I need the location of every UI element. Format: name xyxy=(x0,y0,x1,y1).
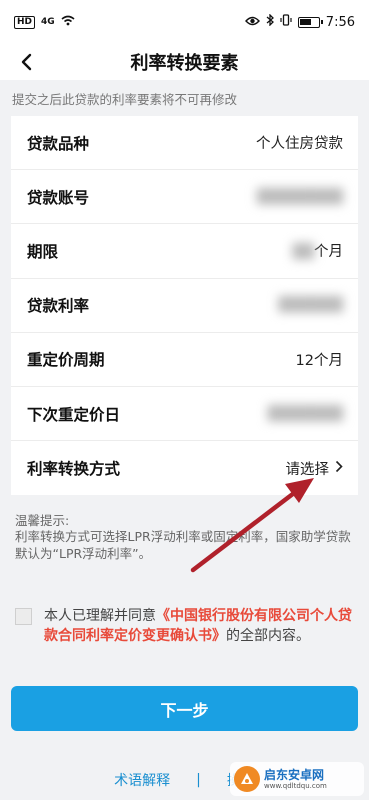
row-label: 贷款账号 xyxy=(27,188,90,207)
redacted-number: ██ xyxy=(292,244,314,261)
hd-badge: HD xyxy=(14,15,36,29)
row-term: 期限 ██个月 xyxy=(11,224,358,279)
vibrate-icon xyxy=(280,14,292,30)
status-left: HD 4G xyxy=(14,15,75,30)
term-unit: 个月 xyxy=(314,244,343,261)
row-next-repricing-date: 下次重定价日 ███████ xyxy=(11,387,358,442)
row-label: 贷款利率 xyxy=(27,297,90,316)
status-right: 7:56 xyxy=(244,13,355,30)
clock: 7:56 xyxy=(325,14,355,30)
next-step-button[interactable]: 下一步 xyxy=(11,686,358,731)
row-value-redacted: ████████ xyxy=(256,188,343,205)
navigation-bar: 利率转换要素 xyxy=(0,44,369,80)
chevron-right-icon xyxy=(335,460,343,477)
terms-explanation-link[interactable]: 术语解释 xyxy=(114,770,170,790)
row-interest-rate: 贷款利率 ██████ xyxy=(11,279,358,333)
agreement-checkbox[interactable] xyxy=(15,608,32,625)
tip-title: 温馨提示: xyxy=(15,513,70,528)
row-value: 个人住房贷款 xyxy=(256,136,343,153)
row-label: 利率转换方式 xyxy=(27,460,121,479)
row-label: 下次重定价日 xyxy=(27,405,121,424)
signal-indicator: 4G xyxy=(41,17,55,27)
status-bar: HD 4G 7:56 xyxy=(0,0,369,44)
row-value-redacted: ██████ xyxy=(278,297,343,314)
bluetooth-icon xyxy=(266,13,274,30)
select-placeholder: 请选择 xyxy=(285,461,330,478)
loan-info-card: 贷款品种 个人住房贷款 贷款账号 ████████ 期限 ██个月 贷款利率 █… xyxy=(11,116,358,495)
row-repricing-cycle: 重定价周期 12个月 xyxy=(11,333,358,387)
watermark-url: www.qdltdqu.com xyxy=(264,781,327,790)
row-value: ██个月 xyxy=(292,240,343,261)
row-label: 贷款品种 xyxy=(27,134,90,153)
watermark-text: 启东安卓网 www.qdltdqu.com xyxy=(264,769,327,790)
row-loan-type: 贷款品种 个人住房贷款 xyxy=(11,116,358,171)
link-separator: | xyxy=(196,772,201,788)
wifi-icon xyxy=(61,15,75,30)
agreement-text: 本人已理解并同意《中国银行股份有限公司个人贷款合同利率定价变更确认书》的全部内容… xyxy=(44,606,355,646)
watermark-logo-icon xyxy=(234,766,260,792)
agreement-block: 本人已理解并同意《中国银行股份有限公司个人贷款合同利率定价变更确认书》的全部内容… xyxy=(15,606,355,646)
row-value: 12个月 xyxy=(295,352,343,369)
agreement-suffix: 的全部内容。 xyxy=(226,628,310,644)
watermark-name: 启东安卓网 xyxy=(264,767,325,782)
tip-body: 利率转换方式可选择LPR浮动利率或固定利率，国家助学贷款默认为“LPR浮动利率”… xyxy=(15,529,351,561)
page-title: 利率转换要素 xyxy=(130,53,239,74)
row-loan-account: 贷款账号 ████████ xyxy=(11,170,358,225)
eye-icon xyxy=(244,15,260,30)
row-rate-conversion-method[interactable]: 利率转换方式 请选择 xyxy=(11,441,358,495)
row-label: 期限 xyxy=(27,242,59,261)
row-value-redacted: ███████ xyxy=(267,405,343,422)
agreement-prefix: 本人已理解并同意 xyxy=(44,608,156,624)
rate-method-select[interactable]: 请选择 xyxy=(286,458,344,479)
row-label: 重定价周期 xyxy=(27,351,105,370)
site-watermark: 启东安卓网 www.qdltdqu.com xyxy=(230,762,364,796)
battery-icon xyxy=(297,16,323,28)
notice-text: 提交之后此贷款的利率要素将不可再修改 xyxy=(12,92,238,107)
chevron-left-icon[interactable] xyxy=(10,46,42,78)
